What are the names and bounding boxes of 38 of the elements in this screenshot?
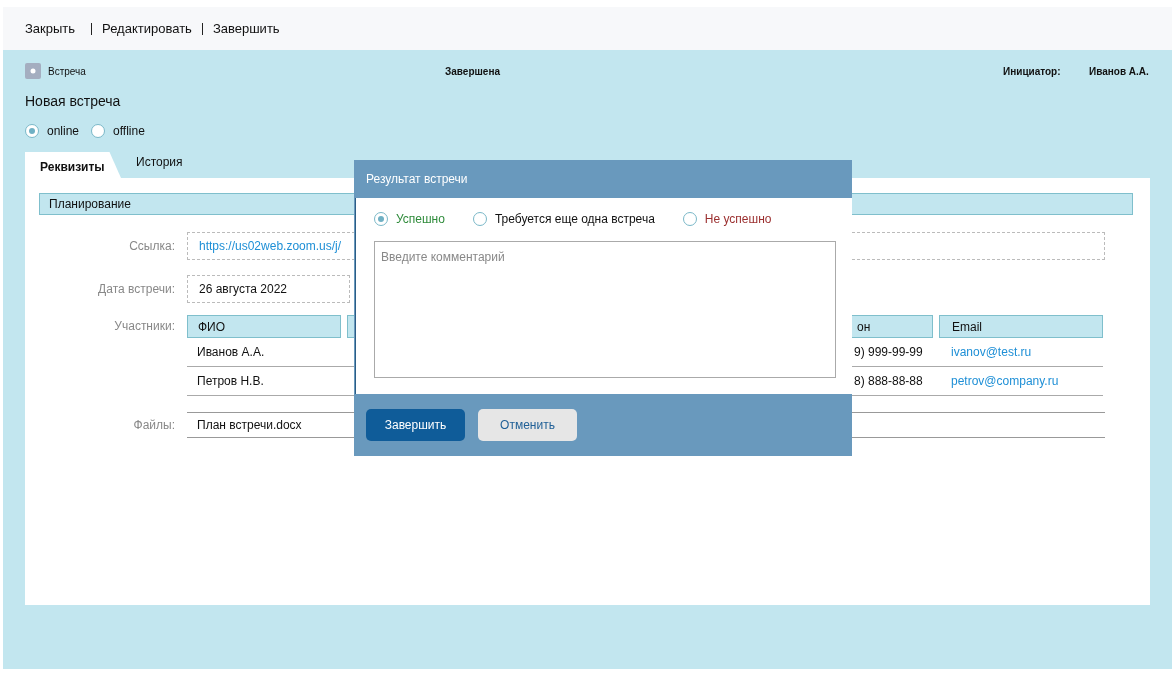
comment-field[interactable]: Введите комментарий bbox=[374, 241, 836, 378]
status-text: Завершена bbox=[445, 65, 501, 77]
radio-button[interactable] bbox=[91, 124, 106, 138]
toolbar-action[interactable]: Редактировать bbox=[91, 22, 202, 35]
radio-button[interactable] bbox=[472, 212, 487, 226]
table-header-cell: ФИО bbox=[187, 315, 341, 338]
cancel-button[interactable]: Отменить bbox=[478, 409, 577, 441]
toolbar-action[interactable]: Закрыть bbox=[25, 22, 86, 35]
initiator-name: Иванов А.А. bbox=[1089, 65, 1150, 77]
dialog-title: Результат встречи bbox=[365, 171, 469, 188]
email-link[interactable]: petrov@company.ru bbox=[939, 367, 1103, 395]
page-title: Новая встреча bbox=[25, 93, 122, 109]
field-label: Файлы: bbox=[132, 417, 176, 432]
record-type: Встреча bbox=[48, 65, 86, 77]
radio-label: Требуется еще одна встреча bbox=[494, 212, 655, 226]
table-cell-text: 9) 999-99-99 bbox=[853, 344, 924, 361]
table-header-cell: Email bbox=[939, 315, 1103, 338]
radio-button[interactable] bbox=[682, 212, 697, 226]
initiator-label: Инициатор: bbox=[1003, 65, 1062, 77]
radio-button[interactable] bbox=[374, 212, 388, 226]
field-label: Дата встречи: bbox=[97, 282, 176, 296]
radio-label: online bbox=[47, 124, 80, 138]
field-label: Ссылка: bbox=[128, 239, 176, 253]
toolbar-action[interactable]: Завершить bbox=[201, 22, 290, 35]
radio-label: Успешно bbox=[396, 212, 445, 226]
tab[interactable]: История bbox=[121, 152, 205, 178]
date-field[interactable]: 26 августа 2022 bbox=[187, 275, 350, 303]
table-cell-text: 8) 888-88-88 bbox=[853, 373, 924, 390]
radio-button[interactable] bbox=[25, 124, 39, 138]
tab[interactable]: Реквизиты bbox=[25, 152, 121, 178]
radio-label: offline bbox=[113, 124, 145, 138]
table-cell-text: Петров Н.В. bbox=[196, 373, 265, 390]
table-cell-text: Иванов А.А. bbox=[196, 344, 266, 361]
finish-button[interactable]: Завершить bbox=[366, 409, 465, 441]
record-icon bbox=[25, 63, 41, 79]
radio-label: Не успешно bbox=[704, 212, 772, 226]
email-link[interactable]: ivanov@test.ru bbox=[939, 338, 1103, 366]
field-label: Участники: bbox=[113, 318, 176, 333]
